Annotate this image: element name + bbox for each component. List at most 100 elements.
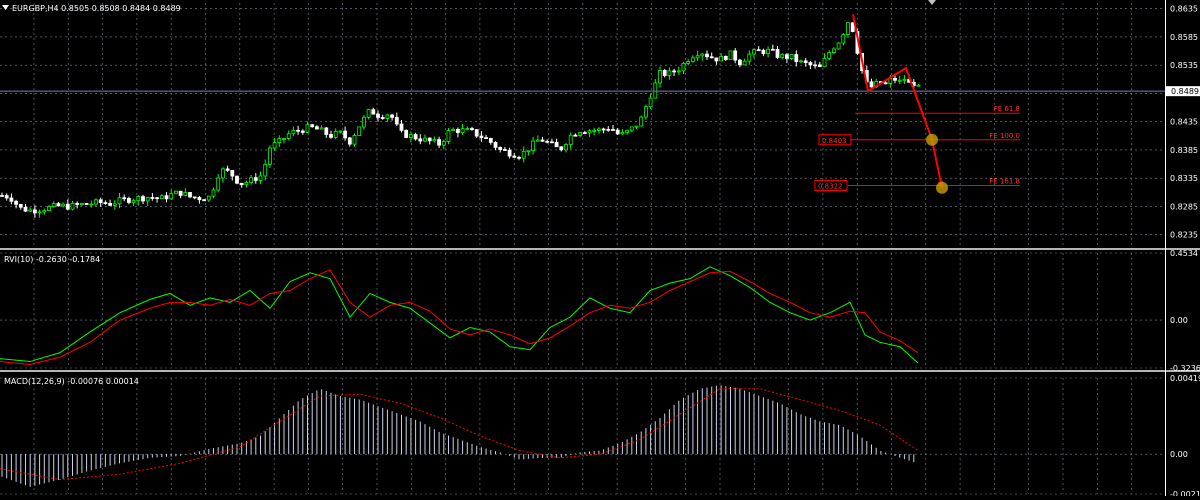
candle[interactable] — [869, 81, 874, 88]
candle[interactable] — [517, 156, 521, 159]
candle[interactable] — [893, 77, 897, 81]
candle[interactable] — [37, 211, 42, 214]
candle[interactable] — [56, 203, 61, 207]
candle[interactable] — [540, 139, 545, 142]
target-marker[interactable] — [926, 133, 938, 146]
candle[interactable] — [611, 129, 615, 131]
candle[interactable] — [756, 49, 761, 52]
candle[interactable] — [644, 106, 648, 118]
candle[interactable] — [89, 203, 94, 206]
candle[interactable] — [394, 117, 399, 125]
candle[interactable] — [686, 61, 691, 64]
candle[interactable] — [361, 116, 366, 128]
candle[interactable] — [376, 113, 380, 118]
candle[interactable] — [846, 22, 850, 35]
candle[interactable] — [916, 84, 921, 87]
candle[interactable] — [150, 197, 155, 199]
candle[interactable] — [300, 130, 305, 133]
candle[interactable] — [206, 195, 211, 201]
panel-separator[interactable] — [0, 248, 1200, 250]
candle[interactable] — [789, 54, 794, 59]
candle[interactable] — [535, 139, 540, 142]
candle[interactable] — [291, 129, 296, 135]
candle[interactable] — [258, 175, 263, 181]
candle[interactable] — [662, 70, 667, 76]
candle[interactable] — [220, 168, 225, 179]
candle[interactable] — [634, 125, 639, 128]
candle[interactable] — [559, 146, 564, 151]
candle[interactable] — [747, 53, 752, 62]
candle[interactable] — [653, 82, 658, 99]
candle[interactable] — [521, 150, 526, 159]
candle[interactable] — [75, 203, 80, 205]
candle[interactable] — [272, 142, 277, 149]
candle[interactable] — [493, 141, 498, 148]
candle[interactable] — [554, 141, 559, 148]
candle[interactable] — [799, 60, 803, 63]
candle[interactable] — [625, 129, 629, 133]
candle[interactable] — [47, 206, 51, 212]
candle[interactable] — [23, 206, 28, 212]
candle[interactable] — [479, 135, 484, 139]
candle[interactable] — [413, 134, 418, 140]
candle[interactable] — [338, 130, 343, 133]
candle[interactable] — [592, 130, 597, 132]
candle[interactable] — [70, 203, 75, 210]
candle[interactable] — [296, 129, 301, 132]
candle[interactable] — [601, 128, 606, 131]
candle[interactable] — [850, 22, 855, 32]
candle[interactable] — [4, 195, 9, 199]
candle[interactable] — [188, 192, 192, 198]
candle[interactable] — [267, 147, 272, 165]
candle[interactable] — [80, 203, 84, 205]
candle[interactable] — [385, 114, 390, 119]
candle[interactable] — [714, 57, 719, 62]
candle[interactable] — [836, 42, 841, 50]
candle[interactable] — [441, 141, 446, 146]
candle[interactable] — [399, 123, 404, 131]
candle[interactable] — [813, 64, 817, 67]
candle[interactable] — [249, 177, 254, 183]
candle[interactable] — [808, 62, 813, 66]
candle[interactable] — [253, 177, 258, 181]
candle[interactable] — [780, 54, 785, 58]
candle[interactable] — [629, 126, 634, 131]
candle[interactable] — [785, 54, 789, 59]
candle[interactable] — [145, 197, 150, 202]
candle[interactable] — [437, 139, 442, 146]
candle[interactable] — [192, 196, 197, 199]
candle[interactable] — [672, 70, 676, 73]
candle[interactable] — [550, 141, 554, 144]
candle[interactable] — [639, 116, 644, 127]
candle[interactable] — [33, 209, 37, 214]
candle[interactable] — [794, 54, 799, 62]
candle[interactable] — [822, 58, 827, 68]
candle[interactable] — [432, 139, 437, 142]
candle[interactable] — [827, 52, 832, 59]
candle[interactable] — [423, 137, 427, 142]
candle[interactable] — [61, 203, 65, 207]
candle[interactable] — [615, 129, 620, 135]
candle[interactable] — [841, 34, 846, 44]
candle[interactable] — [408, 134, 413, 138]
candle[interactable] — [597, 128, 601, 131]
candle[interactable] — [141, 196, 145, 202]
candle[interactable] — [159, 195, 164, 200]
candle[interactable] — [733, 50, 738, 61]
candle[interactable] — [883, 82, 888, 85]
candle[interactable] — [427, 137, 432, 142]
candle[interactable] — [352, 135, 357, 145]
candle[interactable] — [136, 196, 141, 202]
candle[interactable] — [286, 133, 291, 139]
candle[interactable] — [728, 50, 733, 60]
candle[interactable] — [84, 203, 89, 205]
candle[interactable] — [343, 130, 348, 139]
candle[interactable] — [14, 200, 19, 205]
candle[interactable] — [277, 138, 282, 143]
candle[interactable] — [832, 48, 836, 53]
candle[interactable] — [211, 189, 216, 197]
candle[interactable] — [620, 132, 625, 135]
candle[interactable] — [169, 193, 174, 200]
candle[interactable] — [564, 144, 568, 151]
candle[interactable] — [709, 56, 714, 59]
